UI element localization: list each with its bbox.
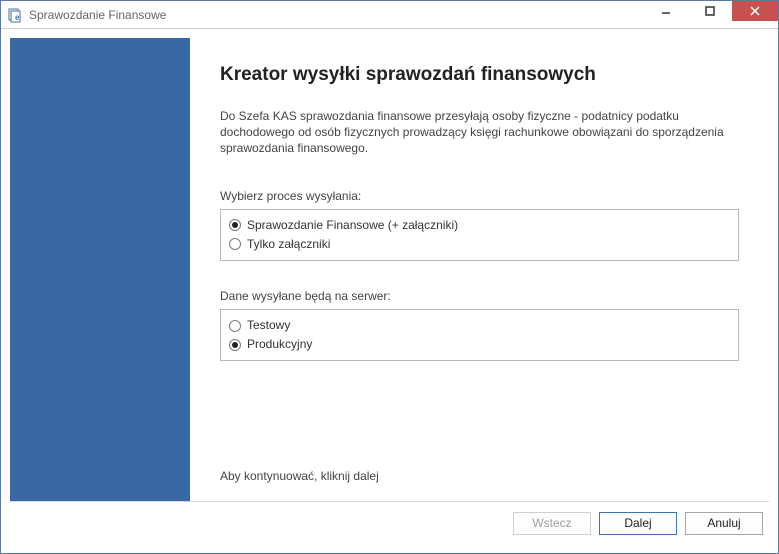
maximize-button[interactable] [688, 1, 732, 21]
process-label: Wybierz proces wysyłania: [220, 189, 739, 203]
app-icon: e [7, 7, 23, 23]
wizard-window: e Sprawozdanie Finansowe Kreator wysyłk [0, 0, 779, 554]
window-title: Sprawozdanie Finansowe [29, 8, 644, 22]
server-option-box: Testowy Produkcyjny [220, 309, 739, 361]
radio-icon [229, 339, 241, 351]
radio-icon [229, 219, 241, 231]
minimize-button[interactable] [644, 1, 688, 21]
footer: Wstecz Dalej Anuluj [10, 502, 769, 544]
radio-label: Produkcyjny [247, 335, 312, 354]
radio-testowy[interactable]: Testowy [229, 316, 730, 335]
next-button[interactable]: Dalej [599, 512, 677, 535]
intro-text: Do Szefa KAS sprawozdania finansowe prze… [220, 108, 739, 157]
radio-label: Tylko załączniki [247, 235, 330, 254]
main-panel: Kreator wysyłki sprawozdań finansowych D… [190, 38, 769, 501]
process-option-box: Sprawozdanie Finansowe (+ załączniki) Ty… [220, 209, 739, 261]
svg-text:e: e [15, 13, 20, 22]
server-label: Dane wysyłane będą na serwer: [220, 289, 739, 303]
page-title: Kreator wysyłki sprawozdań finansowych [220, 64, 739, 86]
radio-zalaczniki[interactable]: Tylko załączniki [229, 235, 730, 254]
radio-icon [229, 320, 241, 332]
radio-produkcyjny[interactable]: Produkcyjny [229, 335, 730, 354]
client-area: Kreator wysyłki sprawozdań finansowych D… [1, 29, 778, 553]
radio-label: Sprawozdanie Finansowe (+ załączniki) [247, 216, 458, 235]
radio-label: Testowy [247, 316, 290, 335]
back-button[interactable]: Wstecz [513, 512, 591, 535]
radio-sprawozdanie[interactable]: Sprawozdanie Finansowe (+ załączniki) [229, 216, 730, 235]
continue-hint: Aby kontynuować, kliknij dalej [220, 469, 739, 483]
wizard-body: Kreator wysyłki sprawozdań finansowych D… [10, 38, 769, 502]
window-controls [644, 1, 778, 28]
side-panel [10, 38, 190, 501]
close-button[interactable] [732, 1, 778, 21]
radio-icon [229, 238, 241, 250]
cancel-button[interactable]: Anuluj [685, 512, 763, 535]
titlebar: e Sprawozdanie Finansowe [1, 1, 778, 29]
